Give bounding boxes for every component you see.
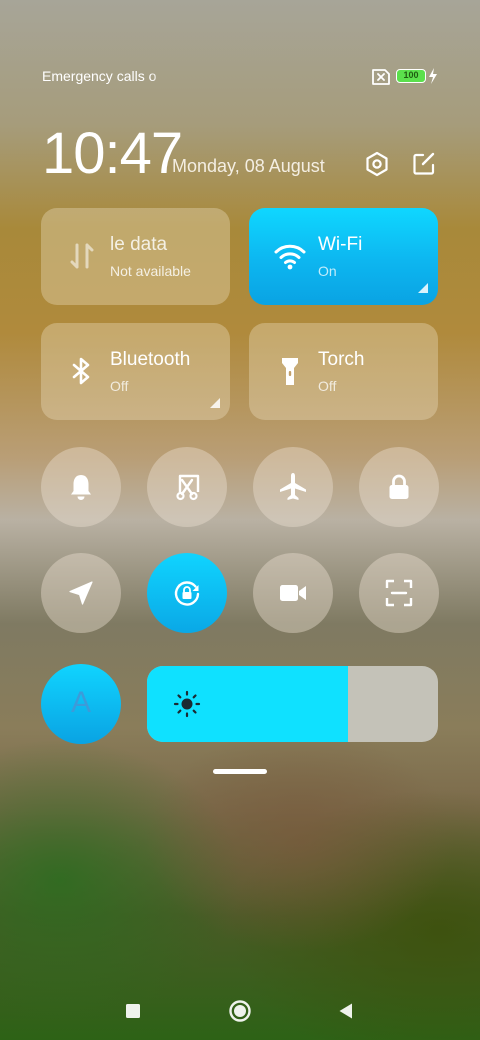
drag-handle[interactable]	[213, 769, 267, 774]
tile-mobile-data[interactable]: le data Not available	[41, 208, 230, 305]
brightness-slider[interactable]	[147, 666, 438, 742]
tile-wifi-state: On	[318, 263, 337, 279]
screenshot-icon	[176, 474, 200, 501]
tile-torch[interactable]: Torch Off	[249, 323, 438, 420]
auto-brightness-button[interactable]: A	[41, 664, 121, 744]
tile-mobile-data-state: Not available	[110, 263, 191, 279]
toggle-screen-recorder[interactable]	[253, 553, 333, 633]
expand-corner-icon	[418, 283, 428, 293]
tile-bluetooth[interactable]: Bluetooth Off	[41, 323, 230, 420]
tile-bluetooth-name: Bluetooth	[110, 349, 191, 370]
status-bar: Emergency calls o 100	[0, 60, 480, 94]
sun-icon	[173, 690, 201, 718]
toggle-lock-screen[interactable]	[359, 447, 439, 527]
tile-mobile-data-name: le data	[110, 234, 168, 255]
location-icon	[69, 581, 93, 605]
bell-icon	[71, 475, 91, 500]
rotation-lock-icon	[174, 581, 200, 606]
toggle-airplane-mode[interactable]	[253, 447, 333, 527]
airplane-icon	[280, 473, 306, 500]
mobile-data-icon	[70, 243, 94, 269]
wifi-icon	[274, 244, 306, 270]
tile-wifi[interactable]: Wi-Fi On	[249, 208, 438, 305]
bolt-icon	[429, 68, 437, 84]
toggle-scanner[interactable]	[359, 553, 439, 633]
clock: 10:47	[42, 121, 183, 186]
auto-brightness-label: A	[70, 686, 91, 719]
settings-hexagon-icon[interactable]	[363, 150, 391, 178]
tile-torch-name: Torch	[318, 349, 365, 370]
edit-icon[interactable]	[410, 150, 438, 178]
tile-bluetooth-state: Off	[110, 378, 129, 394]
no-sim-icon	[372, 69, 390, 85]
triangle-back-icon[interactable]	[333, 998, 359, 1024]
bluetooth-icon	[72, 357, 90, 385]
tile-torch-state: Off	[318, 378, 337, 394]
toggle-location[interactable]	[41, 553, 121, 633]
torch-icon	[282, 358, 298, 385]
toggle-silent[interactable]	[41, 447, 121, 527]
circle-icon[interactable]	[227, 998, 253, 1024]
toggle-rotation-lock[interactable]	[147, 553, 227, 633]
square-icon[interactable]	[120, 998, 146, 1024]
tile-wifi-name: Wi-Fi	[318, 234, 363, 255]
video-camera-icon	[280, 585, 306, 601]
carrier-text: Emergency calls o	[42, 68, 157, 84]
battery-indicator: 100	[396, 69, 426, 83]
date-label: Monday, 08 August	[172, 156, 325, 176]
lock-icon	[389, 474, 409, 499]
expand-corner-icon	[210, 398, 220, 408]
scanner-icon	[385, 579, 413, 607]
toggle-screenshot[interactable]	[147, 447, 227, 527]
